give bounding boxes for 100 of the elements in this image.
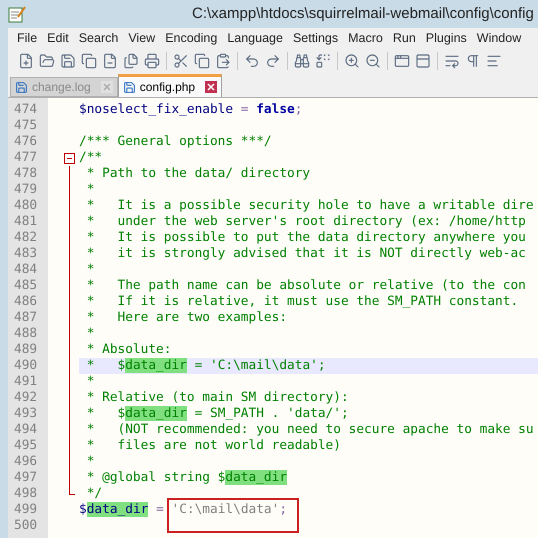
- code-token: ;: [279, 502, 288, 517]
- floppy-icon: [15, 80, 28, 94]
- code-token: *: [86, 454, 94, 469]
- undo-icon[interactable]: [244, 53, 260, 69]
- close-all-icon[interactable]: [123, 53, 139, 69]
- save-all-icon[interactable]: [81, 53, 97, 69]
- line-number: 499: [13, 502, 38, 518]
- replace-icon[interactable]: [315, 53, 331, 69]
- menu-item[interactable]: Encoding: [160, 28, 222, 48]
- code-token: * $: [86, 358, 126, 373]
- menu-item[interactable]: Window: [472, 28, 526, 48]
- file-tab[interactable]: config.php: [118, 74, 222, 97]
- save-icon[interactable]: [60, 53, 76, 69]
- code-token: *: [86, 374, 94, 389]
- code-token: =: [155, 502, 165, 517]
- code-token: *: [86, 326, 94, 341]
- code-token: ;: [294, 102, 302, 117]
- line-number: 481: [13, 214, 38, 230]
- code-token: * (NOT recommended: you need to secure apache to make su: [86, 422, 534, 437]
- menu-item[interactable]: File: [12, 28, 42, 48]
- code-token: = 'C:\mail\data';: [194, 358, 326, 373]
- menu-item[interactable]: Macro: [343, 28, 388, 48]
- code-token: * The path name can be absolute or relative (to the con: [86, 278, 526, 293]
- fold-end-mark: [68, 486, 74, 495]
- line-number: 494: [13, 422, 38, 438]
- indent-guide-icon[interactable]: [486, 53, 502, 69]
- menu-item[interactable]: View: [123, 28, 160, 48]
- code-token: * Here are two examples:: [86, 310, 288, 325]
- line-number: 479: [13, 182, 38, 198]
- menu-item[interactable]: Run: [388, 28, 421, 48]
- menu-item[interactable]: Plugins: [420, 28, 472, 48]
- code-token: =: [240, 102, 250, 117]
- code-token: * It is possible to put the data directory anywhere you: [86, 230, 526, 245]
- code-token: * under the web server's root directory (ex: /home/http: [86, 214, 526, 229]
- line-number: 493: [13, 406, 38, 422]
- scissors-icon[interactable]: [173, 53, 189, 69]
- code-token: $noselect_fix_enable: [79, 102, 234, 117]
- code-token: * it is strongly advised that it is NOT directly web-ac: [86, 246, 526, 261]
- notepad-icon: [8, 5, 26, 23]
- menu-item[interactable]: Settings: [288, 28, 344, 48]
- wrap-text-icon[interactable]: [444, 53, 460, 69]
- tab-label: change.log: [32, 79, 91, 96]
- code-token: data_dir: [125, 406, 187, 421]
- line-number: 490: [13, 358, 38, 374]
- fold-minus-icon[interactable]: [64, 152, 74, 164]
- zoom-out-icon[interactable]: [365, 53, 381, 69]
- close-file-icon[interactable]: [102, 53, 118, 69]
- line-number: 477: [13, 150, 38, 166]
- line-number: 500: [13, 518, 38, 534]
- tab-close-icon[interactable]: [205, 81, 218, 93]
- panel-icon[interactable]: [415, 53, 431, 69]
- line-number: 491: [13, 374, 38, 390]
- code-token: * files are not world readable): [86, 438, 341, 453]
- line-number: 482: [13, 230, 38, 246]
- printer-icon[interactable]: [144, 53, 160, 69]
- window-title: C:\xampp\htdocs\squirrelmail-webmail\config\config: [192, 4, 534, 24]
- code-token: = SM_PATH . 'data/';: [194, 406, 349, 421]
- zoom-in-icon[interactable]: [344, 53, 360, 69]
- line-number: 488: [13, 326, 38, 342]
- paste-icon[interactable]: [215, 53, 231, 69]
- line-number: 498: [13, 486, 38, 502]
- line-number: 497: [13, 470, 38, 486]
- line-number: 474: [13, 102, 38, 118]
- line-number: 483: [13, 246, 38, 262]
- code-token: 'C:\mail\data': [171, 502, 280, 517]
- redo-icon[interactable]: [265, 53, 281, 69]
- line-number: 480: [13, 198, 38, 214]
- code-token: * If it is relative, it must use the SM_PATH constant.: [86, 294, 518, 309]
- code-token: * It is a possible security hole to have a writable dire: [86, 198, 534, 213]
- line-number: 476: [13, 134, 38, 150]
- menu-item[interactable]: Edit: [42, 28, 74, 48]
- line-number: 492: [13, 390, 38, 406]
- floppy-icon: [122, 80, 136, 94]
- binoculars-icon[interactable]: [294, 53, 310, 69]
- code-token: /*** General options ***/: [79, 134, 272, 149]
- code-token: data_dir: [225, 470, 288, 485]
- code-token: */: [86, 486, 102, 501]
- window-icon[interactable]: [394, 53, 410, 69]
- code-token: * Relative (to main SM directory):: [86, 390, 349, 405]
- menu-item[interactable]: Search: [74, 28, 124, 48]
- code-token: false: [256, 102, 295, 117]
- code-token: * Path to the data/ directory: [86, 166, 310, 181]
- code-token: *: [86, 262, 94, 277]
- line-number: 475: [13, 118, 38, 134]
- code-token: *: [86, 182, 94, 197]
- tab-label: config.php: [140, 79, 196, 96]
- new-file-icon[interactable]: [18, 53, 34, 69]
- line-number: 485: [13, 278, 38, 294]
- code-token: $: [79, 502, 87, 517]
- line-number: 489: [13, 342, 38, 358]
- pilcrow-icon[interactable]: [465, 53, 481, 69]
- code-token: /**: [79, 150, 102, 165]
- copy-icon[interactable]: [194, 53, 210, 69]
- line-number: 484: [13, 262, 38, 278]
- code-token: * @global string $: [86, 470, 226, 485]
- line-number: 478: [13, 166, 38, 182]
- line-number: 496: [13, 454, 38, 470]
- code-token: data_dir: [125, 358, 187, 373]
- menu-item[interactable]: Language: [222, 28, 288, 48]
- folder-icon[interactable]: [39, 53, 55, 69]
